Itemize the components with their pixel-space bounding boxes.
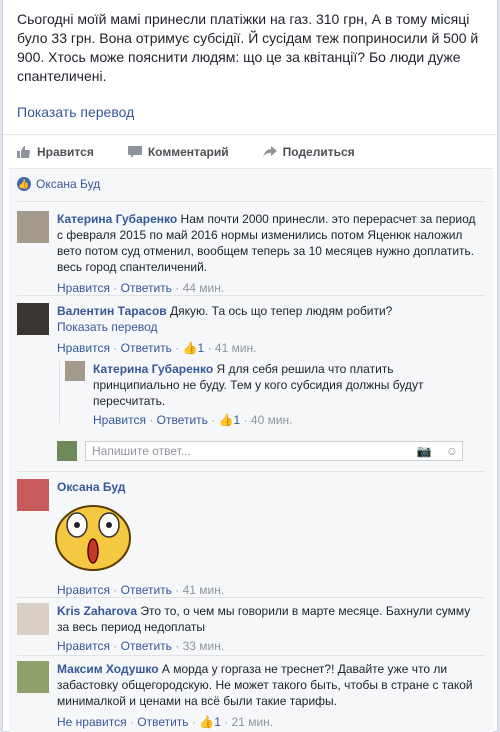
comment-meta: Нравится · Ответить · 👍1 · 40 мин. xyxy=(93,413,293,427)
comment-button[interactable]: Комментарий xyxy=(127,144,229,159)
share-button[interactable]: Поделиться xyxy=(262,144,355,159)
emoji-icon[interactable]: ☺ xyxy=(446,444,458,458)
comment-time[interactable]: 21 мин. xyxy=(232,715,274,729)
comment-author[interactable]: Максим Ходушко xyxy=(57,662,159,676)
comment-likes-count[interactable]: 1 xyxy=(234,413,241,427)
comment-meta: Нравится · Ответить · 👍1 · 41 мин. xyxy=(57,341,257,355)
comment-author[interactable]: Оксана Буд xyxy=(57,480,125,494)
comment-meta: Не нравится · Ответить · 👍1 · 21 мин. xyxy=(57,715,274,729)
shocked-face-sticker-icon xyxy=(55,505,131,571)
comment-item: Kris Zaharova Это то, о чем мы говорили … xyxy=(17,603,487,653)
see-translation-link[interactable]: Показать перевод xyxy=(57,320,158,334)
comment-reply-link[interactable]: Ответить xyxy=(121,583,172,597)
comments-section: 👍 Оксана Буд Катерина Губаренко Нам почт… xyxy=(9,168,493,732)
comment-time[interactable]: 41 мин. xyxy=(215,341,257,355)
avatar[interactable] xyxy=(17,211,49,243)
reply-item: Катерина Губаренко Я для себя решила что… xyxy=(59,361,479,427)
like-label: Нравится xyxy=(37,144,94,159)
comment-reply-link[interactable]: Ответить xyxy=(121,639,172,653)
comment-likes-count[interactable]: 1 xyxy=(214,715,221,729)
likes-summary[interactable]: 👍 Оксана Буд xyxy=(17,177,100,191)
comment-unlike-link[interactable]: Не нравится xyxy=(57,715,127,729)
thumbs-up-icon[interactable]: 👍 xyxy=(219,413,234,427)
avatar[interactable] xyxy=(65,361,85,381)
post-actions-bar: Нравится Комментарий Поделиться xyxy=(3,134,497,168)
avatar[interactable] xyxy=(17,661,49,693)
comment-time[interactable]: 41 мин. xyxy=(183,583,225,597)
thumbs-up-icon[interactable]: 👍 xyxy=(199,715,214,729)
comment-author[interactable]: Катерина Губаренко xyxy=(57,212,177,226)
comment-author[interactable]: Валентин Тарасов xyxy=(57,304,167,318)
like-button[interactable]: Нравится xyxy=(17,145,94,159)
comment-label: Комментарий xyxy=(147,144,229,159)
comment-likes-count[interactable]: 1 xyxy=(198,341,205,355)
divider xyxy=(17,201,485,202)
comment-meta: Нравится · Ответить · 33 мин. xyxy=(57,639,225,653)
likes-name: Оксана Буд xyxy=(36,177,101,191)
comment-item: Оксана Буд Нравится · Ответить · 41 мин. xyxy=(17,479,487,597)
comment-like-link[interactable]: Нравится xyxy=(57,639,110,653)
comment-author[interactable]: Катерина Губаренко xyxy=(93,362,213,376)
share-label: Поделиться xyxy=(282,144,355,159)
camera-icon[interactable]: 📷 xyxy=(417,444,432,458)
comment-item: Максим Ходушко А морда у горгаза не трес… xyxy=(17,661,487,729)
current-user-avatar xyxy=(57,441,77,461)
thumbs-up-icon xyxy=(17,145,30,158)
see-translation-link[interactable]: Показать перевод xyxy=(17,104,134,120)
comment-like-link[interactable]: Нравится xyxy=(93,413,146,427)
comment-item: Валентин Тарасов Дякую. Та ось що тепер … xyxy=(17,303,487,363)
comment-item: Катерина Губаренко Нам почти 2000 принес… xyxy=(17,211,487,295)
comment-icon xyxy=(127,145,142,158)
comment-text: Дякую. Та ось що тепер людям робити? xyxy=(170,304,393,318)
comment-time[interactable]: 44 мин. xyxy=(183,281,225,295)
post-text: Сьогодні моїй мамі принесли платіжки на … xyxy=(17,11,479,84)
comment-time[interactable]: 33 мин. xyxy=(183,639,225,653)
avatar[interactable] xyxy=(17,303,49,335)
share-icon xyxy=(262,145,277,158)
divider xyxy=(17,295,485,296)
comment-meta: Нравится · Ответить · 41 мин. xyxy=(57,583,225,597)
divider xyxy=(17,655,485,656)
comment-like-link[interactable]: Нравится xyxy=(57,281,110,295)
like-badge-icon: 👍 xyxy=(17,177,31,191)
comment-author[interactable]: Kris Zaharova xyxy=(57,604,137,618)
thumbs-up-icon[interactable]: 👍 xyxy=(183,341,198,355)
reply-input[interactable]: Напишите ответ... 📷 ☺ xyxy=(85,441,463,461)
comment-meta: Нравится · Ответить · 44 мин. xyxy=(57,281,225,295)
divider xyxy=(17,597,485,598)
comment-like-link[interactable]: Нравится xyxy=(57,341,110,355)
comment-reply-link[interactable]: Ответить xyxy=(121,281,172,295)
comment-reply-link[interactable]: Ответить xyxy=(157,413,208,427)
post-card: Сьогодні моїй мамі принесли платіжки на … xyxy=(2,0,498,732)
avatar[interactable] xyxy=(17,603,49,635)
divider xyxy=(17,471,485,472)
comment-reply-link[interactable]: Ответить xyxy=(121,341,172,355)
comment-reply-link[interactable]: Ответить xyxy=(137,715,188,729)
comment-time[interactable]: 40 мин. xyxy=(251,413,293,427)
reply-placeholder: Напишите ответ... xyxy=(92,444,191,458)
avatar[interactable] xyxy=(17,479,49,511)
comment-like-link[interactable]: Нравится xyxy=(57,583,110,597)
